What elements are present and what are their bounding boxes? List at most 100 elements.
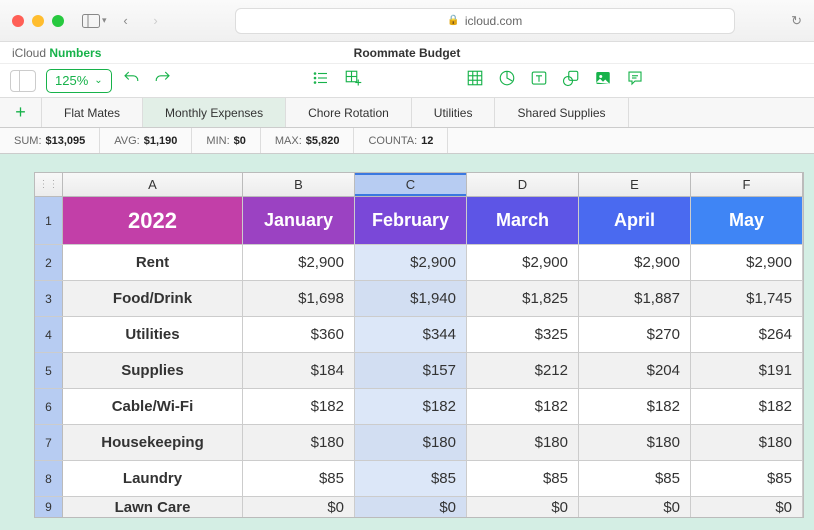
insert-table-icon[interactable] bbox=[344, 69, 362, 92]
stat-max[interactable]: MAX:$5,820 bbox=[261, 128, 355, 153]
zoom-dropdown[interactable]: 125%⌄ bbox=[46, 69, 112, 93]
comment-icon[interactable] bbox=[626, 69, 644, 92]
cell-year[interactable]: 2022 bbox=[63, 197, 243, 244]
data-cell[interactable]: $85 bbox=[691, 461, 803, 496]
redo-button[interactable] bbox=[154, 69, 172, 92]
app-brand[interactable]: iCloud Numbers bbox=[12, 46, 101, 60]
row-label-cell[interactable]: Laundry bbox=[63, 461, 243, 496]
data-cell[interactable]: $182 bbox=[355, 389, 467, 424]
row-label-cell[interactable]: Food/Drink bbox=[63, 281, 243, 316]
close-window-button[interactable] bbox=[12, 15, 24, 27]
data-cell[interactable]: $1,698 bbox=[243, 281, 355, 316]
sheet-tab-shared-supplies[interactable]: Shared Supplies bbox=[495, 98, 628, 127]
data-cell[interactable]: $180 bbox=[579, 425, 691, 460]
data-cell[interactable]: $0 bbox=[579, 497, 691, 517]
panel-toggle-button[interactable] bbox=[10, 70, 36, 92]
document-title[interactable]: Roommate Budget bbox=[354, 46, 461, 60]
back-button[interactable]: ‹ bbox=[115, 11, 137, 31]
row-label-cell[interactable]: Utilities bbox=[63, 317, 243, 352]
sheet-tab-chore-rotation[interactable]: Chore Rotation bbox=[286, 98, 412, 127]
data-cell[interactable]: $0 bbox=[355, 497, 467, 517]
data-cell[interactable]: $182 bbox=[691, 389, 803, 424]
data-cell[interactable]: $182 bbox=[243, 389, 355, 424]
data-cell[interactable]: $204 bbox=[579, 353, 691, 388]
row-header[interactable]: 9 bbox=[35, 497, 63, 517]
stat-min[interactable]: MIN:$0 bbox=[192, 128, 260, 153]
data-cell[interactable]: $264 bbox=[691, 317, 803, 352]
data-cell[interactable]: $180 bbox=[691, 425, 803, 460]
undo-button[interactable] bbox=[122, 69, 140, 92]
data-cell[interactable]: $0 bbox=[243, 497, 355, 517]
forward-button[interactable]: › bbox=[145, 11, 167, 31]
column-header-c[interactable]: C bbox=[355, 173, 467, 196]
reload-button[interactable]: ↻ bbox=[791, 13, 802, 29]
data-cell[interactable]: $180 bbox=[243, 425, 355, 460]
data-cell[interactable]: $2,900 bbox=[579, 245, 691, 280]
data-cell[interactable]: $360 bbox=[243, 317, 355, 352]
data-cell[interactable]: $85 bbox=[467, 461, 579, 496]
sheet-tab-monthly-expenses[interactable]: Monthly Expenses bbox=[143, 98, 286, 127]
row-header[interactable]: 6 bbox=[35, 389, 63, 424]
sidebar-toggle-button[interactable]: ▾ bbox=[82, 11, 107, 31]
data-cell[interactable]: $182 bbox=[579, 389, 691, 424]
media-icon[interactable] bbox=[594, 69, 612, 92]
data-cell[interactable]: $191 bbox=[691, 353, 803, 388]
row-header[interactable]: 4 bbox=[35, 317, 63, 352]
row-header[interactable]: 8 bbox=[35, 461, 63, 496]
stat-sum[interactable]: SUM:$13,095 bbox=[0, 128, 100, 153]
select-all-corner[interactable]: ⋮⋮ bbox=[35, 173, 63, 196]
data-cell[interactable]: $85 bbox=[579, 461, 691, 496]
data-cell[interactable]: $2,900 bbox=[243, 245, 355, 280]
data-cell[interactable]: $1,887 bbox=[579, 281, 691, 316]
row-label-cell[interactable]: Lawn Care bbox=[63, 497, 243, 517]
row-label-cell[interactable]: Cable/Wi-Fi bbox=[63, 389, 243, 424]
data-cell[interactable]: $2,900 bbox=[467, 245, 579, 280]
data-cell[interactable]: $1,745 bbox=[691, 281, 803, 316]
cell-month-apr[interactable]: April bbox=[579, 197, 691, 244]
data-cell[interactable]: $85 bbox=[355, 461, 467, 496]
row-label-cell[interactable]: Housekeeping bbox=[63, 425, 243, 460]
table-icon[interactable] bbox=[466, 69, 484, 92]
row-header[interactable]: 3 bbox=[35, 281, 63, 316]
data-cell[interactable]: $180 bbox=[355, 425, 467, 460]
row-label-cell[interactable]: Rent bbox=[63, 245, 243, 280]
data-cell[interactable]: $182 bbox=[467, 389, 579, 424]
row-header-1[interactable]: 1 bbox=[35, 197, 63, 244]
cell-month-feb[interactable]: February bbox=[355, 197, 467, 244]
stat-avg[interactable]: AVG:$1,190 bbox=[100, 128, 192, 153]
row-header[interactable]: 7 bbox=[35, 425, 63, 460]
sheet-tab-utilities[interactable]: Utilities bbox=[412, 98, 496, 127]
list-view-icon[interactable] bbox=[312, 69, 330, 92]
address-bar[interactable]: 🔒 icloud.com bbox=[235, 8, 736, 34]
sheet-tab-flat-mates[interactable]: Flat Mates bbox=[42, 98, 143, 127]
column-header-d[interactable]: D bbox=[467, 173, 579, 196]
data-cell[interactable]: $2,900 bbox=[691, 245, 803, 280]
data-cell[interactable]: $2,900 bbox=[355, 245, 467, 280]
data-cell[interactable]: $325 bbox=[467, 317, 579, 352]
data-cell[interactable]: $180 bbox=[467, 425, 579, 460]
row-label-cell[interactable]: Supplies bbox=[63, 353, 243, 388]
spreadsheet-canvas[interactable]: ⋮⋮ A B C D E F 1 2022 January February M… bbox=[0, 154, 814, 530]
data-cell[interactable]: $157 bbox=[355, 353, 467, 388]
row-header[interactable]: 2 bbox=[35, 245, 63, 280]
column-header-b[interactable]: B bbox=[243, 173, 355, 196]
stat-counta[interactable]: COUNTA:12 bbox=[354, 128, 448, 153]
data-cell[interactable]: $85 bbox=[243, 461, 355, 496]
data-cell[interactable]: $344 bbox=[355, 317, 467, 352]
text-icon[interactable] bbox=[530, 69, 548, 92]
column-header-a[interactable]: A bbox=[63, 173, 243, 196]
zoom-window-button[interactable] bbox=[52, 15, 64, 27]
data-cell[interactable]: $270 bbox=[579, 317, 691, 352]
data-cell[interactable]: $212 bbox=[467, 353, 579, 388]
shape-icon[interactable] bbox=[562, 69, 580, 92]
row-header[interactable]: 5 bbox=[35, 353, 63, 388]
cell-month-jan[interactable]: January bbox=[243, 197, 355, 244]
data-cell[interactable]: $0 bbox=[691, 497, 803, 517]
minimize-window-button[interactable] bbox=[32, 15, 44, 27]
column-header-e[interactable]: E bbox=[579, 173, 691, 196]
cell-month-may[interactable]: May bbox=[691, 197, 803, 244]
data-cell[interactable]: $184 bbox=[243, 353, 355, 388]
data-cell[interactable]: $1,825 bbox=[467, 281, 579, 316]
column-header-f[interactable]: F bbox=[691, 173, 803, 196]
data-cell[interactable]: $0 bbox=[467, 497, 579, 517]
